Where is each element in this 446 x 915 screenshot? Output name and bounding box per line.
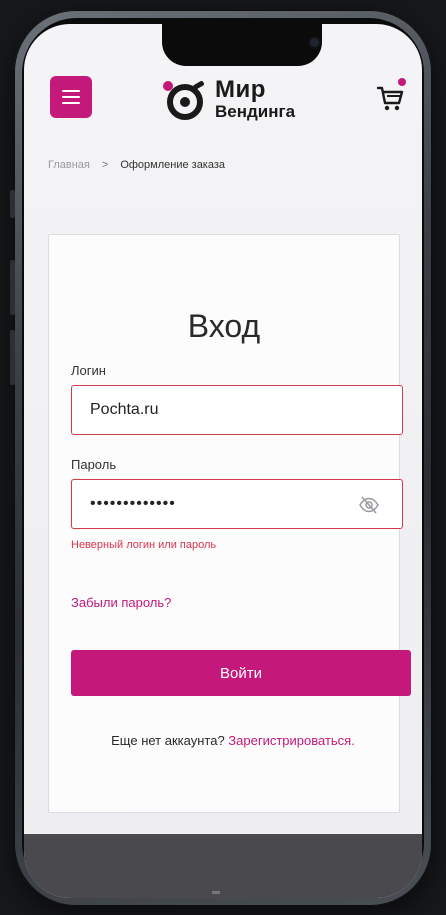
login-button[interactable]: Войти xyxy=(71,650,411,696)
login-card: Вход Логин Pochta.ru Пароль ••••••••••••… xyxy=(48,234,411,813)
eye-off-icon[interactable] xyxy=(358,495,380,515)
home-indicator xyxy=(212,891,220,894)
cart-button[interactable] xyxy=(370,76,412,116)
register-text: Еще нет аккаунта? xyxy=(111,733,225,748)
site-header: Мир Вендинга xyxy=(24,74,422,136)
password-value: ••••••••••••• xyxy=(90,495,176,512)
site-logo[interactable]: Мир Вендинга xyxy=(159,74,295,124)
phone-side-button xyxy=(10,330,15,385)
login-input[interactable]: Pochta.ru xyxy=(71,385,403,435)
hamburger-icon xyxy=(62,102,80,104)
bottom-bar xyxy=(24,834,422,898)
logo-subtitle: Вендинга xyxy=(215,102,296,121)
register-link[interactable]: Зарегистрироваться. xyxy=(228,733,355,748)
phone-side-button xyxy=(10,190,15,218)
cart-badge xyxy=(398,78,406,86)
phone-side-button xyxy=(10,260,15,315)
breadcrumb-separator: > xyxy=(101,159,109,171)
breadcrumb-current: Оформление заказа xyxy=(120,159,226,171)
phone-screen: Мир Вендинга Главная > Оформление заказа… xyxy=(24,24,422,898)
breadcrumb: Главная > Оформление заказа xyxy=(48,159,225,171)
logo-icon xyxy=(159,77,207,121)
hamburger-icon xyxy=(62,96,80,98)
register-prompt: Еще нет аккаунта? Зарегистрироваться. xyxy=(49,733,417,748)
forgot-password-link[interactable]: Забыли пароль? xyxy=(71,595,171,610)
camera-icon xyxy=(310,38,319,47)
page-title: Вход xyxy=(187,308,261,344)
phone-notch xyxy=(162,24,322,66)
password-label: Пароль xyxy=(71,457,117,472)
menu-button[interactable] xyxy=(50,76,92,118)
error-message: Неверный логин или пароль xyxy=(71,539,217,551)
logo-title: Мир xyxy=(215,76,266,103)
hamburger-icon xyxy=(62,90,80,92)
password-input[interactable]: ••••••••••••• xyxy=(71,479,403,529)
login-label: Логин xyxy=(71,363,106,378)
breadcrumb-home[interactable]: Главная xyxy=(48,159,90,171)
login-value: Pochta.ru xyxy=(90,401,159,418)
